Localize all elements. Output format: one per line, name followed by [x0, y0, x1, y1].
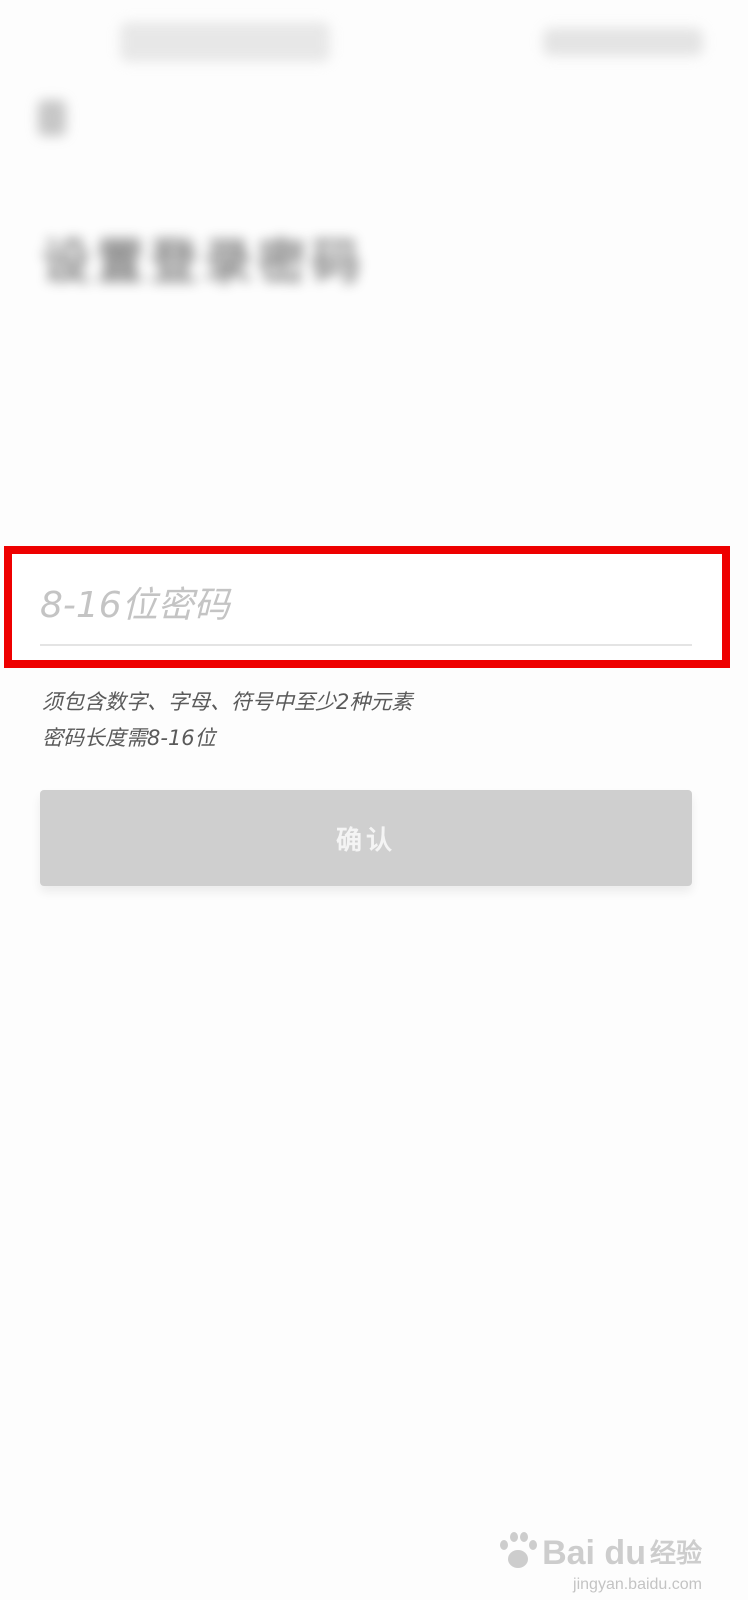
password-input-underline [40, 644, 692, 646]
watermark-sub: 经验 [649, 1538, 702, 1568]
status-left [120, 22, 330, 62]
watermark-brand: Bai du [542, 1534, 646, 1572]
baidu-paw-icon [498, 1530, 538, 1570]
confirm-button[interactable]: 确认 [40, 790, 692, 886]
status-bar [0, 0, 748, 80]
watermark-domain: jingyan.baidu.com [573, 1576, 702, 1593]
status-right [543, 28, 703, 56]
password-input[interactable] [40, 574, 692, 636]
back-arrow-icon[interactable] [38, 100, 66, 136]
page-title: 设置登录密码 [42, 234, 367, 290]
password-hint-length: 密码长度需8-16位 [42, 726, 216, 750]
watermark: Bai du 经验 [498, 1530, 702, 1570]
password-hint-elements: 须包含数字、字母、符号中至少2种元素 [42, 690, 413, 714]
